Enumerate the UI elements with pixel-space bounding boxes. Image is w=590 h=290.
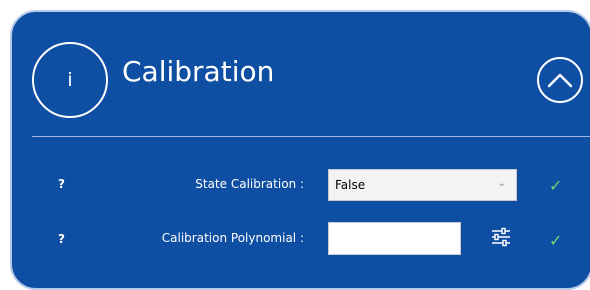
panel-title: Calibration: [122, 55, 275, 88]
info-icon-glyph: i: [67, 69, 73, 91]
calibration-polynomial-input[interactable]: [328, 222, 461, 255]
sliders-icon[interactable]: [489, 225, 513, 249]
check-icon: ✓: [549, 176, 563, 195]
state-calibration-value: False: [335, 178, 366, 192]
check-icon: ✓: [549, 231, 563, 250]
collapse-button[interactable]: [537, 57, 583, 103]
label-state-calibration: State Calibration :: [195, 177, 304, 191]
info-icon: i: [32, 42, 108, 118]
label-calibration-polynomial: Calibration Polynomial :: [161, 231, 304, 245]
header-divider: [32, 136, 590, 137]
state-calibration-select[interactable]: False ⌄: [328, 169, 517, 201]
chevron-up-icon: [547, 73, 573, 88]
calibration-panel: i Calibration ? State Calibration : Fals…: [10, 10, 590, 290]
chevron-down-icon: ⌄: [497, 178, 506, 189]
